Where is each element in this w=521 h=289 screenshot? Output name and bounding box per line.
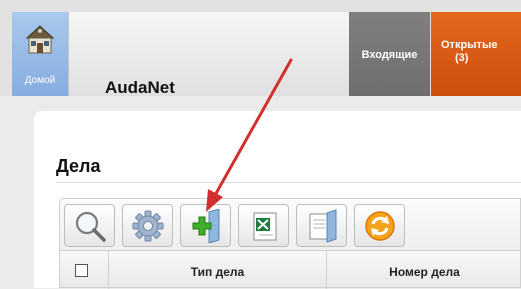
annotation-arrow	[206, 58, 293, 212]
